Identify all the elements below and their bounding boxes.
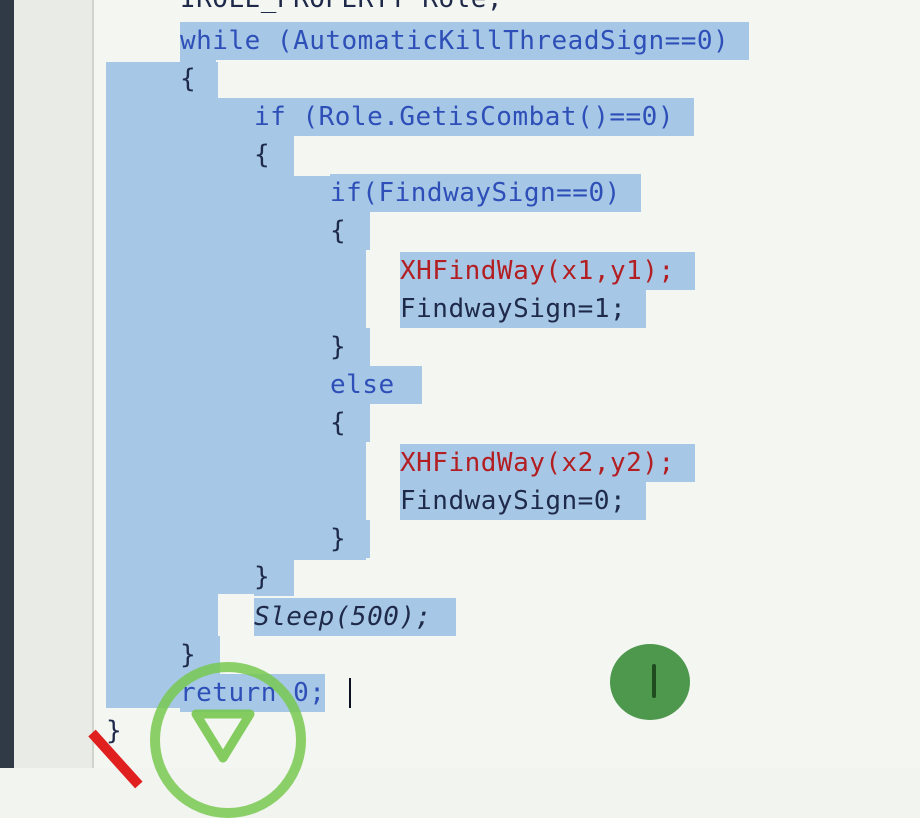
code-line-10[interactable]: } <box>330 328 370 366</box>
code-line-12[interactable]: { <box>330 404 370 442</box>
green-dot-icon <box>610 644 690 720</box>
selection-block-left <box>106 62 218 708</box>
code-line-16[interactable]: } <box>254 558 294 596</box>
code-line-1[interactable]: IROLE_PROPERTY Role; <box>180 0 503 18</box>
editor-gutter <box>14 0 92 768</box>
code-line-5[interactable]: { <box>254 136 294 174</box>
code-line-13[interactable]: XHFindWay(x2,y2); <box>400 444 695 482</box>
code-line-4[interactable]: if (Role.GetisCombat()==0) <box>254 98 694 136</box>
ibeam-pointer-icon <box>652 664 656 698</box>
code-line-7[interactable]: { <box>330 212 370 250</box>
code-line-14[interactable]: FindwaySign=0; <box>400 482 647 520</box>
code-line-2[interactable]: while (AutomaticKillThreadSign==0) <box>180 22 750 60</box>
code-line-15[interactable]: } <box>330 520 370 558</box>
code-line-8[interactable]: XHFindWay(x1,y1); <box>400 252 695 290</box>
left-window-frame <box>0 0 14 768</box>
code-line-3[interactable]: { <box>180 60 216 98</box>
editor-edge <box>92 0 94 768</box>
text-cursor-icon <box>349 678 351 708</box>
code-line-9[interactable]: FindwaySign=1; <box>400 290 647 328</box>
code-line-17[interactable]: Sleep(500); <box>254 598 456 636</box>
play-triangle-icon <box>191 709 255 763</box>
code-line-11[interactable]: else <box>330 366 422 404</box>
code-line-6[interactable]: if(FindwaySign==0) <box>330 174 641 212</box>
